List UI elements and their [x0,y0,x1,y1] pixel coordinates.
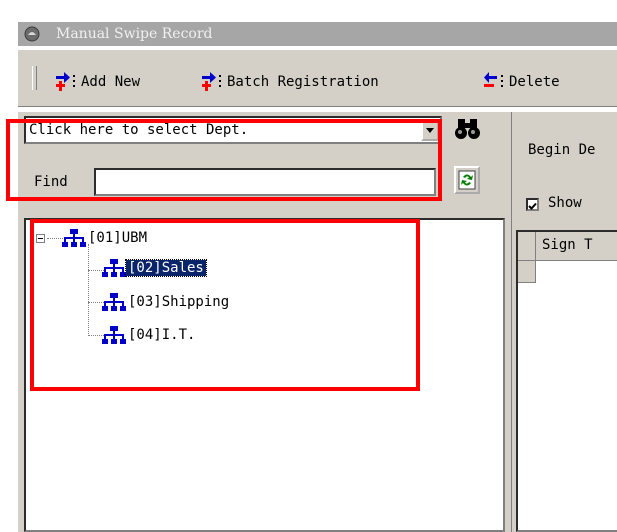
org-chart-icon [102,293,126,311]
dept-select-dropdown-button[interactable] [421,119,439,141]
title-bar: Manual Swipe Record [18,22,617,46]
show-checkbox[interactable] [526,198,539,211]
tree-node-label: [04]I.T. [128,327,196,343]
chevron-down-icon [426,128,434,133]
toolbar-grip[interactable] [32,66,37,90]
begin-date-label: Begin De [528,142,596,158]
search-button[interactable] [454,116,482,142]
toolbar: Add New Batch Registration Delete [18,49,617,107]
batch-registration-label: Batch Registration [227,74,379,90]
delete-label: Delete [509,74,560,90]
add-new-button[interactable]: Add New [56,72,140,92]
tree-connector [88,244,89,336]
find-input[interactable] [94,168,436,196]
batch-add-icon [202,72,221,91]
dept-tree[interactable]: [01]UBM [02]Sales [03]Shipping [04]I.T. [24,218,505,532]
tree-node-label: [01]UBM [88,230,148,246]
window-title: Manual Swipe Record [56,26,213,42]
delete-button[interactable]: Delete [484,72,560,92]
refresh-icon [458,170,476,190]
refresh-button[interactable] [454,166,480,194]
show-checkbox-label: Show [548,195,582,211]
grid-row-header[interactable] [518,261,536,283]
tree-node-label: [03]Shipping [128,294,230,310]
batch-registration-button[interactable]: Batch Registration [202,72,379,92]
dept-select[interactable]: Click here to select Dept. [24,116,442,144]
delete-person-icon [484,72,503,87]
tree-node-shipping[interactable]: [03]Shipping [102,292,231,312]
binoculars-icon [455,119,480,139]
grid-column-header[interactable]: Sign T [542,237,593,253]
dept-select-value: Click here to select Dept. [29,122,249,138]
org-chart-icon [102,326,126,344]
records-grid[interactable]: Sign T [516,230,617,532]
find-label: Find [34,174,68,190]
show-checkbox-row[interactable]: Show [516,188,617,218]
add-person-icon [56,72,75,91]
tree-node-label: [02]Sales [125,259,207,277]
left-panel: Click here to select Dept. Find [01]UBM … [18,112,511,532]
tree-node-sales[interactable]: [02]Sales [102,258,207,278]
tree-collapse-toggle[interactable] [36,234,45,243]
checkmark-icon [528,202,537,210]
org-chart-icon [62,229,86,247]
app-icon [24,26,40,42]
grid-corner [518,232,536,260]
right-panel: Begin De Show Sign T [511,112,617,532]
tree-node-it[interactable]: [04]I.T. [102,325,197,345]
add-new-label: Add New [81,74,141,90]
grid-header: Sign T [518,232,617,261]
org-chart-icon [102,259,126,277]
tree-node-root[interactable]: [01]UBM [62,228,149,248]
